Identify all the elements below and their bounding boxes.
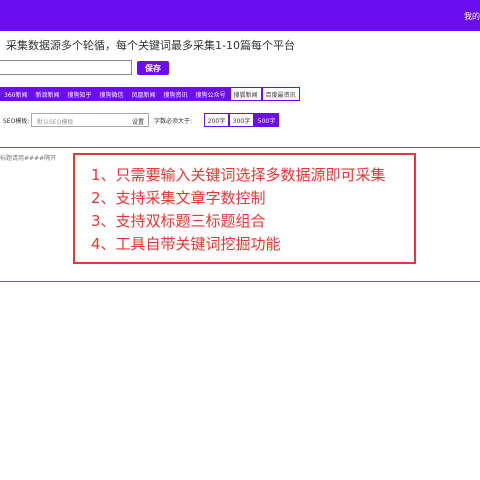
seo-template-placeholder: 默认SEO模板 bbox=[37, 119, 74, 126]
keyword-input[interactable] bbox=[0, 60, 132, 75]
callout-line-2: 2、支持采集文章字数控制 bbox=[91, 189, 266, 207]
user-menu-link[interactable]: 我的 bbox=[464, 11, 480, 22]
source-option-sogou-official[interactable]: 搜狗公众号 bbox=[191, 87, 230, 101]
source-option-sogou-zhihu[interactable]: 搜狗知乎 bbox=[63, 87, 96, 101]
source-option-sogou-weixin[interactable]: 搜狗微信 bbox=[95, 87, 128, 101]
source-option-360-news[interactable]: 360新闻 bbox=[0, 87, 32, 101]
source-option-baidu-info[interactable]: 百度最资讯 bbox=[261, 87, 300, 101]
callout-line-3: 3、支持双标题三标题组合 bbox=[91, 212, 266, 230]
source-option-ifeng-news[interactable]: 凤凰新闻 bbox=[127, 87, 160, 101]
title-area-hint[interactable]: 标题请用####隔开 bbox=[0, 153, 56, 162]
source-option-sohu-news[interactable]: 搜狐新闻 bbox=[229, 87, 262, 101]
callout-line-4: 4、工具自带关键词挖掘功能 bbox=[91, 235, 281, 253]
seo-template-label: SEO模板: bbox=[3, 118, 30, 125]
feature-callout-box: 1、只需要输入关键词选择多数据源即可采集 2、支持采集文章字数控制 3、支持双标… bbox=[73, 153, 416, 264]
save-button[interactable]: 保存 bbox=[137, 61, 169, 75]
word-count-500[interactable]: 500字 bbox=[254, 113, 279, 127]
source-option-sogou-info[interactable]: 搜狗资讯 bbox=[159, 87, 192, 101]
page-description: 采集数据源多个轮循，每个关键词最多采集1-10篇每个平台 bbox=[6, 39, 295, 52]
callout-line-1: 1、只需要输入关键词选择多数据源即可采集 bbox=[91, 166, 386, 184]
seo-template-select[interactable]: 默认SEO模板 设置 bbox=[31, 113, 149, 127]
divider-top bbox=[0, 147, 480, 148]
word-count-200[interactable]: 200字 bbox=[204, 113, 229, 127]
source-option-sina-news[interactable]: 新浪新闻 bbox=[31, 87, 64, 101]
word-count-label: 字数必须大于: bbox=[154, 118, 193, 125]
seo-settings-button[interactable]: 设置 bbox=[132, 117, 144, 126]
source-tabs: 360新闻 新浪新闻 搜狗知乎 搜狗微信 凤凰新闻 搜狗资讯 搜狗公众号 搜狐新… bbox=[0, 87, 300, 101]
word-count-300[interactable]: 300字 bbox=[229, 113, 254, 127]
word-count-options: 200字 300字 500字 bbox=[204, 113, 279, 127]
top-bar: 我的 bbox=[0, 0, 480, 31]
divider-bottom bbox=[0, 281, 480, 282]
